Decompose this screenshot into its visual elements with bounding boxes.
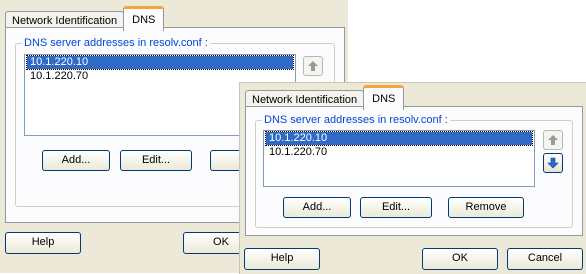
tab-dns[interactable]: DNS: [123, 6, 165, 31]
move-up-button[interactable]: [303, 56, 323, 76]
list-item[interactable]: 10.1.220.10: [265, 131, 533, 146]
move-down-button[interactable]: [543, 153, 563, 173]
tab-dns[interactable]: DNS: [363, 85, 405, 110]
ok-button[interactable]: OK: [422, 248, 498, 270]
group-label: DNS server addresses in resolv.conf :: [22, 37, 210, 49]
edit-button[interactable]: Edit...: [360, 197, 432, 218]
add-button[interactable]: Add...: [283, 197, 351, 218]
edit-button[interactable]: Edit...: [120, 150, 192, 171]
dns-server-group: DNS server addresses in resolv.conf : 10…: [255, 114, 573, 228]
cancel-button[interactable]: Cancel: [507, 248, 583, 270]
add-button[interactable]: Add...: [42, 150, 110, 171]
dns-server-list[interactable]: 10.1.220.10 10.1.220.70: [263, 130, 535, 187]
list-item[interactable]: 10.1.220.70: [266, 146, 532, 159]
help-button[interactable]: Help: [244, 248, 320, 270]
move-up-button[interactable]: [543, 130, 563, 150]
group-label: DNS server addresses in resolv.conf :: [262, 114, 450, 126]
arrow-down-icon: [547, 157, 559, 169]
remove-button[interactable]: Remove: [448, 197, 524, 218]
list-item[interactable]: 10.1.220.10: [26, 55, 294, 70]
dns-tab-pane: DNS server addresses in resolv.conf : 10…: [245, 106, 583, 236]
help-button[interactable]: Help: [5, 232, 81, 254]
front-dialog: Network Identification DNS DNS server ad…: [239, 82, 586, 274]
arrow-up-icon: [548, 135, 558, 145]
arrow-up-icon: [308, 61, 318, 71]
